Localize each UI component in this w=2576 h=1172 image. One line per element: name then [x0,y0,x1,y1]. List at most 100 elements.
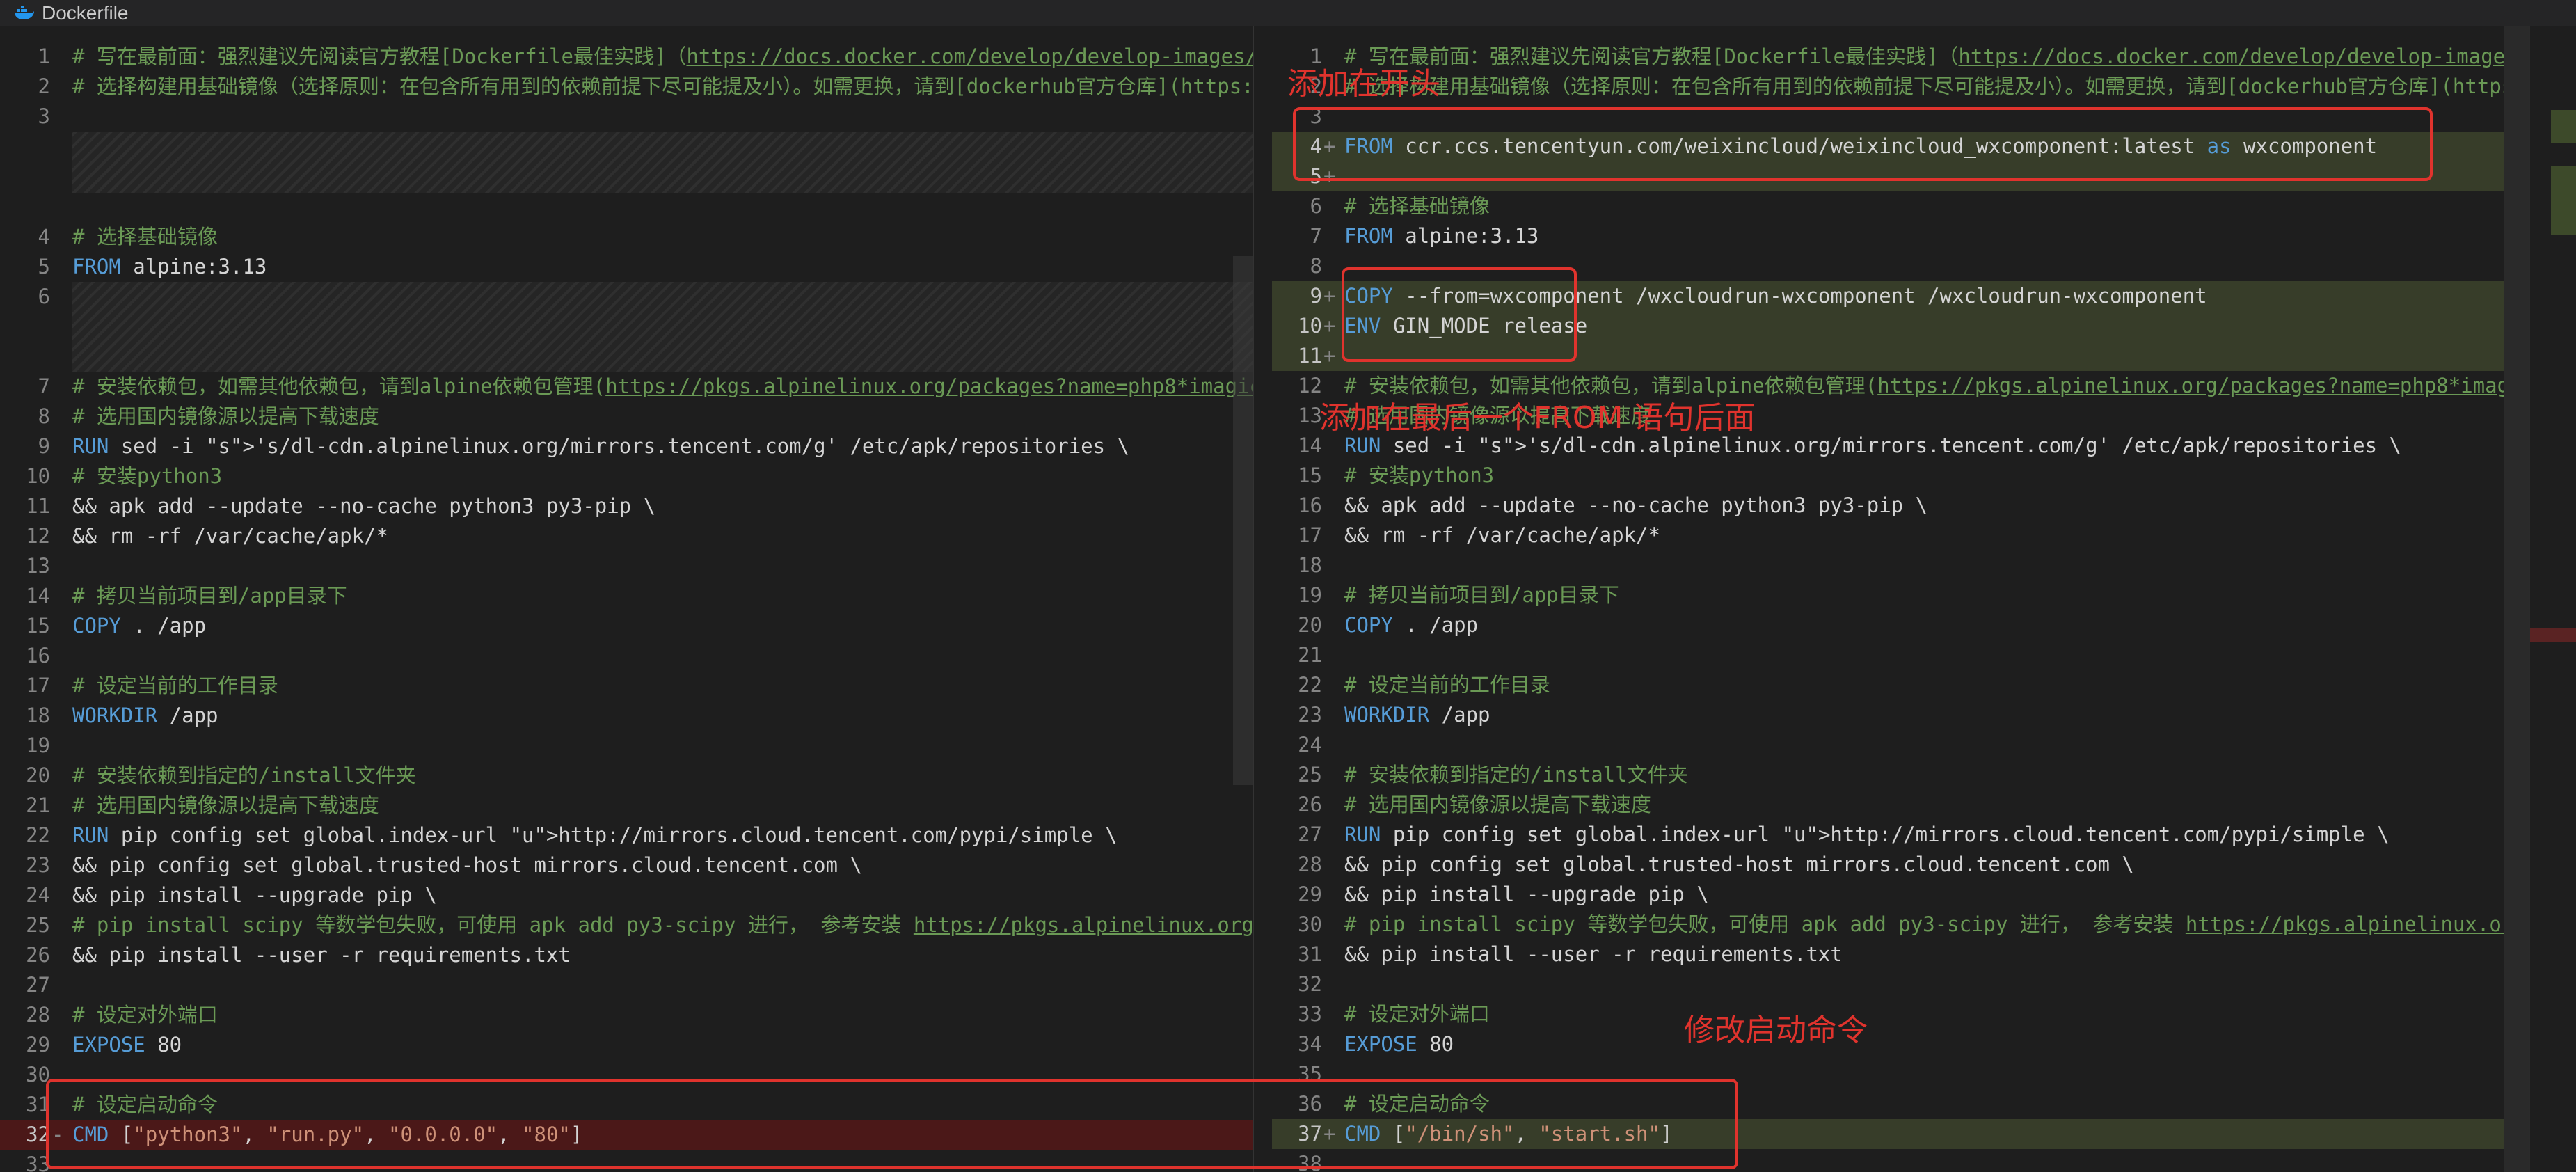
left-code-line[interactable]: 25 # pip install scipy 等数学包失败，可使用 apk add… [0,910,1253,940]
left-code-line[interactable]: 28 # 设定对外端口 [0,1000,1253,1030]
code-text: # 安装python3 [72,464,223,488]
line-number: 26 [26,943,50,967]
right-scrollbar[interactable] [2504,26,2529,1172]
code-text: WORKDIR /app [1344,703,1490,727]
right-code-line[interactable]: 28 && pip config set global.trusted-host … [1272,850,2529,880]
pane-divider[interactable] [1253,26,1273,1172]
line-number: 7 [38,374,50,398]
code-text: # 选用国内镜像源以提高下载速度 [72,793,379,817]
left-code-line[interactable]: 16 [0,641,1253,671]
left-code-line[interactable]: 18 WORKDIR /app [0,701,1253,731]
right-code-line[interactable]: 22 # 设定当前的工作目录 [1272,670,2529,700]
left-code-line[interactable]: 22 RUN pip config set global.index-url "u… [0,821,1253,850]
left-code-line[interactable]: 1 # 写在最前面：强烈建议先阅读官方教程[Dockerfile最佳实践]（htt… [0,42,1253,72]
annotation-add-after-from: 添加在最后一个FROM 语句后面 [1319,400,1756,436]
left-code-line[interactable]: 23 && pip config set global.trusted-host … [0,850,1253,880]
line-number: 13 [1298,404,1322,427]
right-code-line[interactable]: 32 [1272,969,2529,999]
code-text: # 写在最前面：强烈建议先阅读官方教程[Dockerfile最佳实践]（http… [1344,45,2529,68]
original-file-pane[interactable]: 1 # 写在最前面：强烈建议先阅读官方教程[Dockerfile最佳实践]（htt… [0,26,1253,1172]
line-number: 15 [1298,464,1322,487]
right-code-line[interactable]: 25 # 安装依赖到指定的/install文件夹 [1272,760,2529,790]
left-code-line[interactable]: 9 RUN sed -i "s">'s/dl-cdn.alpinelinux.or… [0,431,1253,461]
right-code-line[interactable]: 7 FROM alpine:3.13 [1272,221,2529,251]
right-code-line[interactable]: 2 # 选择构建用基础镜像（选择原则：在包含所有用到的依赖前提下尽可能提及小）。如… [1272,72,2529,102]
left-code-line[interactable]: 12 && rm -rf /var/cache/apk/* [0,521,1253,551]
line-number: 32 [1298,972,1322,996]
right-code-line[interactable]: 1 # 写在最前面：强烈建议先阅读官方教程[Dockerfile最佳实践]（htt… [1272,42,2529,72]
line-number: 28 [1298,853,1322,876]
left-code-line[interactable]: 19 [0,731,1253,761]
left-code-line[interactable]: 21 # 选用国内镜像源以提高下载速度 [0,791,1253,821]
code-text: # 选择构建用基础镜像（选择原则：在包含所有用到的依赖前提下尽可能提及小）。如需… [72,74,1253,98]
right-code-line[interactable]: 15 # 安装python3 [1272,461,2529,491]
left-code-line[interactable]: 13 [0,551,1253,581]
right-code-line[interactable]: 21 [1272,640,2529,670]
left-code-line[interactable]: 27 [0,970,1253,1000]
left-code-line[interactable]: 20 # 安装依赖到指定的/install文件夹 [0,761,1253,791]
line-number: 21 [1298,643,1322,667]
code-text: && pip install --user -r requirements.tx… [72,943,571,967]
line-number: 33 [26,1153,50,1172]
right-code-line[interactable]: 6 # 选择基础镜像 [1272,191,2529,221]
code-text: # 选择基础镜像 [1344,194,1490,218]
right-code-line[interactable]: 34 EXPOSE 80 [1272,1029,2529,1059]
line-number: 16 [1298,493,1322,517]
right-code-line[interactable]: 29 && pip install --upgrade pip \ [1272,880,2529,910]
right-code-line[interactable]: 18 [1272,551,2529,580]
line-number: 10 [26,464,50,488]
diff-overview-ruler[interactable] [2529,26,2576,1172]
annotation-modify-cmd: 修改启动命令 [1684,1013,1868,1048]
line-number: 24 [1298,733,1322,757]
code-text: # 选择基础镜像 [72,225,218,248]
file-title[interactable]: Dockerfile [42,2,128,24]
right-code-line[interactable]: 19 # 拷贝当前项目到/app目录下 [1272,580,2529,610]
right-code-line[interactable]: 16 && apk add --update --no-cache python3… [1272,491,2529,521]
code-text: && rm -rf /var/cache/apk/* [72,524,388,548]
left-code-line[interactable]: 7 # 安装依赖包，如需其他依赖包，请到alpine依赖包管理(https://p… [0,372,1253,402]
code-text: && apk add --update --no-cache python3 p… [1344,493,1928,517]
modified-file-pane[interactable]: 1 # 写在最前面：强烈建议先阅读官方教程[Dockerfile最佳实践]（htt… [1272,26,2529,1172]
left-code-line[interactable]: 14 # 拷贝当前项目到/app目录下 [0,581,1253,611]
code-text: # pip install scipy 等数学包失败，可使用 apk add p… [1344,912,2529,936]
code-text: FROM alpine:3.13 [1344,224,1539,248]
right-code-line[interactable]: 27 RUN pip config set global.index-url "u… [1272,820,2529,850]
line-number: 25 [26,913,50,937]
line-number: 6 [1310,194,1322,218]
line-number: 17 [1298,523,1322,547]
left-code-line[interactable]: 10 # 安装python3 [0,461,1253,491]
right-code-line[interactable]: 23 WORKDIR /app [1272,700,2529,730]
code-text: && pip install --upgrade pip \ [72,883,437,907]
code-text: # 拷贝当前项目到/app目录下 [72,584,347,608]
left-code-line[interactable]: 3 [0,102,1253,132]
left-code-line[interactable]: 24 && pip install --upgrade pip \ [0,880,1253,910]
diff-alignment-placeholder [72,282,1253,372]
right-code-line[interactable]: 24 [1272,730,2529,760]
right-code-line[interactable]: 33 # 设定对外端口 [1272,999,2529,1029]
code-text: FROM alpine:3.13 [72,255,267,278]
left-code-line[interactable]: 4 # 选择基础镜像 [0,222,1253,252]
line-number: 31 [26,1093,50,1116]
line-number: 8 [1310,254,1322,278]
code-text: RUN sed -i "s">'s/dl-cdn.alpinelinux.org… [72,434,1130,458]
line-number: 10 [1298,314,1322,338]
left-code-line[interactable]: 15 COPY . /app [0,611,1253,641]
left-code-line[interactable]: 5 FROM alpine:3.13 [0,252,1253,282]
left-code-line[interactable]: 8 # 选用国内镜像源以提高下载速度 [0,402,1253,431]
line-number: 18 [1298,553,1322,577]
right-code-line[interactable]: 20 COPY . /app [1272,610,2529,640]
left-code-line[interactable]: 29 EXPOSE 80 [0,1030,1253,1060]
code-text: COPY . /app [72,614,207,638]
left-code-line[interactable]: 11 && apk add --update --no-cache python3… [0,491,1253,521]
code-text: # 选用国内镜像源以提高下载速度 [1344,793,1651,816]
line-number: 1 [38,45,50,68]
right-code-line[interactable]: 31 && pip install --user -r requirements.… [1272,940,2529,969]
left-scrollbar[interactable] [1233,256,1253,785]
right-code-line[interactable]: 26 # 选用国内镜像源以提高下载速度 [1272,790,2529,820]
left-code-line[interactable]: 2 # 选择构建用基础镜像（选择原则：在包含所有用到的依赖前提下尽可能提及小）。如… [0,72,1253,102]
right-code-line[interactable]: 17 && rm -rf /var/cache/apk/* [1272,521,2529,551]
left-code-line[interactable]: 17 # 设定当前的工作目录 [0,671,1253,701]
left-code-line[interactable]: 26 && pip install --user -r requirements.… [0,940,1253,970]
right-code-line[interactable]: 30 # pip install scipy 等数学包失败，可使用 apk add… [1272,910,2529,940]
code-text: # 设定对外端口 [1344,1002,1490,1026]
